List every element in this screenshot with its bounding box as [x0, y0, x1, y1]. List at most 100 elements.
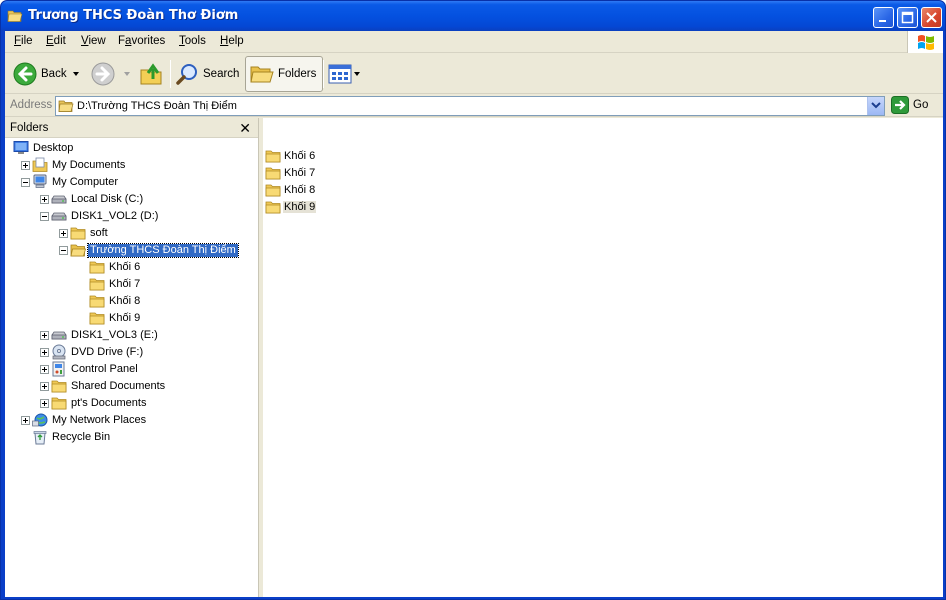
tree-item-label: soft — [90, 227, 108, 239]
open-folder-icon — [70, 244, 86, 257]
tree-item[interactable]: Trường THCS Đoàn Thị Điểm — [5, 242, 255, 259]
menu-view[interactable]: View — [81, 35, 106, 47]
menu-tools[interactable]: Tools — [179, 35, 206, 47]
chevron-down-icon — [871, 102, 881, 109]
menu-help[interactable]: Help — [220, 35, 244, 47]
address-input[interactable]: D:\Trường THCS Đoàn Thị Điểm — [55, 96, 885, 116]
maximize-button[interactable] — [897, 7, 918, 28]
folder-icon — [51, 397, 67, 410]
expand-icon[interactable] — [40, 195, 49, 204]
tree-item[interactable]: Shared Documents — [5, 378, 255, 395]
tree-item[interactable]: Recycle Bin — [5, 429, 255, 446]
expand-icon[interactable] — [40, 399, 49, 408]
expand-icon[interactable] — [21, 416, 30, 425]
folders-pane-header: Folders ✕ — [5, 118, 258, 138]
expand-icon[interactable] — [59, 229, 68, 238]
folder-icon — [89, 278, 105, 291]
tree-item-label: Khối 6 — [109, 261, 141, 273]
recycle-bin-icon — [33, 431, 47, 445]
control-panel-icon — [52, 361, 65, 377]
folder-list-item-label: Khối 9 — [283, 201, 317, 213]
menu-favorites[interactable]: Favorites — [118, 35, 165, 47]
tree-item[interactable]: Khối 8 — [5, 293, 255, 310]
tree-item[interactable]: DISK1_VOL3 (E:) — [5, 327, 255, 344]
folder-icon — [70, 227, 86, 240]
folder-list-item-label: Khối 7 — [284, 167, 316, 179]
folder-list-item[interactable]: Khối 9 — [265, 199, 317, 215]
tree-item-label: Khối 8 — [109, 295, 141, 307]
search-button[interactable]: Search — [175, 56, 239, 92]
folder-list-item[interactable]: Khối 6 — [265, 148, 316, 164]
tree-item[interactable]: Local Disk (C:) — [5, 191, 255, 208]
tree-item[interactable]: Khối 6 — [5, 259, 255, 276]
expand-icon[interactable] — [40, 382, 49, 391]
my-documents-icon — [32, 157, 48, 172]
back-dropdown-arrow[interactable] — [73, 72, 79, 76]
collapse-icon[interactable] — [40, 212, 49, 221]
tree-item[interactable]: Control Panel — [5, 361, 255, 378]
tree-item-label: My Computer — [52, 176, 119, 188]
address-label: Address — [10, 99, 53, 111]
views-dropdown-arrow[interactable] — [354, 72, 360, 76]
tree-item[interactable]: Khối 7 — [5, 276, 255, 293]
back-arrow-icon — [13, 62, 37, 86]
forward-button[interactable] — [91, 56, 115, 92]
tree-item-label: DVD Drive (F:) — [71, 346, 144, 358]
folder-icon — [265, 201, 281, 214]
dvd-drive-icon — [52, 344, 66, 360]
forward-dropdown-arrow[interactable] — [124, 72, 130, 76]
tree-item[interactable]: pt's Documents — [5, 395, 255, 412]
tree-item-label: My Network Places — [52, 414, 147, 426]
tree-item[interactable]: My Computer — [5, 174, 255, 191]
address-path: D:\Trường THCS Đoàn Thị Điểm — [77, 100, 237, 112]
tree-item-label: Desktop — [33, 142, 74, 154]
folders-button[interactable]: Folders — [245, 56, 324, 92]
up-folder-button[interactable] — [139, 56, 165, 92]
file-list: Khối 6 Khối 7 Khối 8 Khối 9 — [263, 118, 943, 597]
tree-item-label: Shared Documents — [71, 380, 166, 392]
window-client: File Edit View Favorites Tools Help Back… — [5, 31, 943, 597]
folder-icon — [265, 150, 281, 163]
title-bar[interactable]: Trương THCS Đoàn Thơ Điơm — [1, 1, 945, 31]
folder-list-item[interactable]: Khối 8 — [265, 182, 316, 198]
go-label: Go — [913, 99, 929, 111]
tree-item[interactable]: DISK1_VOL2 (D:) — [5, 208, 255, 225]
go-button[interactable]: Go — [891, 96, 928, 114]
tree-item[interactable]: DVD Drive (F:) — [5, 344, 255, 361]
toolbar-separator — [170, 60, 171, 88]
tree-item-label: Trường THCS Đoàn Thị Điểm — [87, 243, 239, 258]
expand-icon[interactable] — [40, 348, 49, 357]
views-button[interactable] — [328, 56, 352, 92]
expand-icon[interactable] — [21, 161, 30, 170]
address-dropdown-button[interactable] — [867, 97, 884, 115]
close-icon — [926, 12, 937, 23]
close-button[interactable] — [921, 7, 942, 28]
search-icon — [176, 64, 197, 85]
tree-item[interactable]: My Documents — [5, 157, 255, 174]
folder-list-item[interactable]: Khối 7 — [265, 165, 316, 181]
tree-item[interactable]: Khối 9 — [5, 310, 255, 327]
back-button[interactable]: Back — [13, 56, 67, 92]
folder-icon — [89, 312, 105, 325]
folders-pane-title: Folders — [10, 122, 49, 134]
collapse-icon[interactable] — [59, 246, 68, 255]
folder-list-item-label: Khối 8 — [284, 184, 316, 196]
address-bar: Address D:\Trường THCS Đoàn Thị Điểm Go — [5, 95, 943, 117]
folder-icon — [265, 167, 281, 180]
collapse-icon[interactable] — [21, 178, 30, 187]
tree-item-label: Recycle Bin — [52, 431, 111, 443]
windows-logo — [907, 31, 943, 53]
menu-edit[interactable]: Edit — [46, 35, 66, 47]
close-icon[interactable]: ✕ — [239, 120, 251, 137]
tree-item-label: pt's Documents — [71, 397, 147, 409]
minimize-button[interactable] — [873, 7, 894, 28]
tree-item[interactable]: My Network Places — [5, 412, 255, 429]
tree-item[interactable]: Desktop — [5, 140, 255, 157]
tree-item-label: Control Panel — [71, 363, 138, 375]
expand-icon[interactable] — [40, 331, 49, 340]
expand-icon[interactable] — [40, 365, 49, 374]
views-icon — [328, 64, 352, 84]
folders-label: Folders — [278, 68, 317, 80]
menu-file[interactable]: File — [14, 35, 33, 47]
tree-item[interactable]: soft — [5, 225, 255, 242]
